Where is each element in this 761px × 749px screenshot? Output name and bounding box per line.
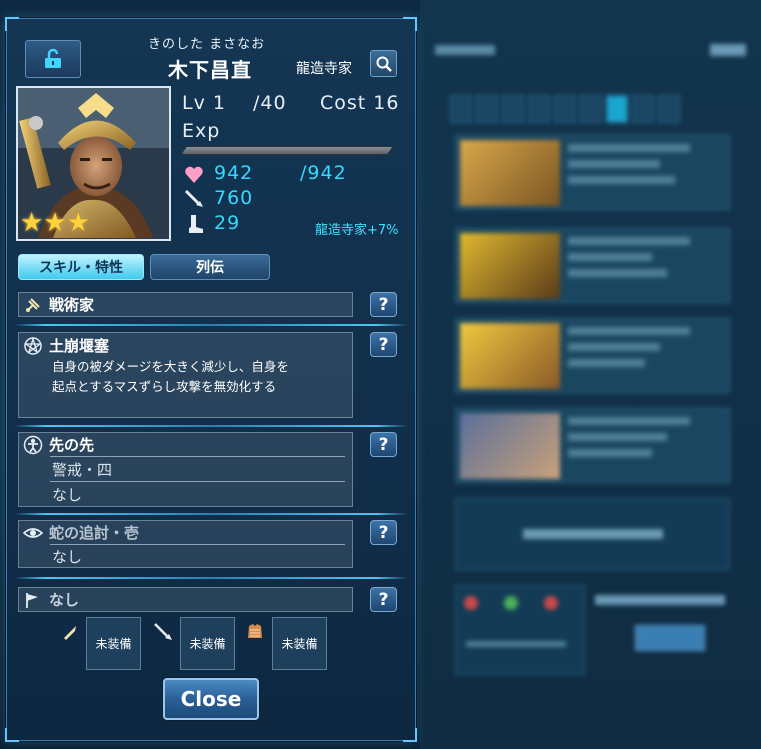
help-button[interactable]: ? (370, 432, 397, 457)
search-button[interactable] (370, 50, 397, 77)
character-name: 木下昌直 (168, 58, 252, 82)
blurred-filter-tabs (450, 95, 680, 123)
level-max: /40 (253, 92, 287, 114)
game-screen: きのした まさなお 木下昌直 龍造寺家 ★ ★ ★ Lv 1 /40 Cost … (0, 0, 761, 749)
blurred-header (435, 35, 746, 65)
armor-icon (248, 624, 262, 638)
panel-corner (403, 17, 417, 31)
tactician-label: 戦術家 (49, 296, 95, 314)
background-roster-panel (420, 0, 761, 749)
boot-icon (189, 215, 203, 233)
pursuit-row: 蛇の追討・壱 (23, 522, 139, 543)
blurred-box (455, 585, 585, 675)
rarity-stars: ★ ★ ★ (20, 210, 90, 236)
hp-max: /942 (300, 162, 347, 184)
skill-row: 土崩堰塞 (23, 335, 109, 356)
blurred-card (455, 318, 730, 393)
attack-value: 760 (214, 187, 254, 209)
blurred-card (455, 408, 730, 483)
skill-name: 土崩堰塞 (49, 337, 110, 355)
sword-icon (184, 189, 203, 207)
help-button[interactable]: ? (370, 520, 397, 545)
cost-value: Cost 16 (320, 92, 400, 114)
defense-value: 29 (214, 212, 241, 234)
divider (14, 513, 408, 515)
skill-description-line1: 自身の被ダメージを大きく減少し、自身を (52, 359, 289, 374)
unlock-icon (45, 48, 61, 68)
panel-corner (5, 17, 19, 31)
blurred-button (635, 625, 705, 651)
level-value: Lv 1 (182, 92, 226, 114)
exp-label: Exp (182, 120, 221, 142)
lock-button[interactable] (25, 40, 81, 78)
pentagram-icon (23, 336, 43, 356)
clan-name: 龍造寺家 (296, 61, 352, 77)
pursuit-sub: なし (52, 548, 83, 566)
skill-description-line2: 起点とするマスずらし攻撃を無効化する (52, 379, 277, 394)
star-icon: ★ (43, 208, 67, 238)
heart-icon (185, 166, 203, 183)
divider (14, 324, 408, 326)
separator (50, 481, 345, 482)
separator (50, 456, 345, 457)
trait-row: 先の先 (23, 434, 94, 455)
flag-row: なし (23, 589, 79, 610)
clan-bonus: 龍造寺家+7% (315, 223, 399, 238)
star-icon: ★ (66, 208, 90, 238)
star-icon: ★ (20, 208, 44, 238)
close-button[interactable]: Close (163, 678, 259, 720)
tab-biography[interactable]: 列伝 (150, 254, 270, 280)
blurred-text (595, 595, 725, 605)
blurred-card (455, 228, 730, 303)
pursuit-name: 蛇の追討・壱 (49, 524, 140, 542)
trait-sub-1: 警戒・四 (52, 461, 113, 479)
flag-text: なし (49, 591, 80, 609)
tab-skills[interactable]: スキル・特性 (18, 254, 144, 280)
sword-icon (154, 623, 172, 640)
exp-bar (181, 146, 393, 155)
blurred-button (455, 498, 730, 570)
eye-icon (23, 523, 43, 543)
panel-corner (403, 728, 417, 742)
help-button[interactable]: ? (370, 587, 397, 612)
help-button[interactable]: ? (370, 292, 397, 317)
blurred-roster-content (420, 0, 761, 749)
separator (50, 544, 345, 545)
bullet-icon (64, 626, 76, 640)
equip-slot-weapon[interactable]: 未装備 (86, 617, 141, 670)
panel-corner (5, 728, 19, 742)
hp-value: 942 (214, 162, 254, 184)
divider (14, 425, 408, 427)
blurred-card (455, 135, 730, 210)
equip-slot-blade[interactable]: 未装備 (180, 617, 235, 670)
tactician-icon (23, 295, 43, 315)
help-button[interactable]: ? (370, 332, 397, 357)
divider (14, 577, 408, 579)
character-furigana: きのした まさなお (148, 37, 266, 52)
equip-slot-armor[interactable]: 未装備 (272, 617, 327, 670)
flag-icon (23, 590, 43, 610)
trait-sub-2: なし (52, 486, 83, 504)
trait-name: 先の先 (49, 436, 95, 454)
search-icon (376, 56, 392, 72)
person-circle-icon (23, 435, 43, 455)
tactician-row: 戦術家 (23, 294, 94, 315)
